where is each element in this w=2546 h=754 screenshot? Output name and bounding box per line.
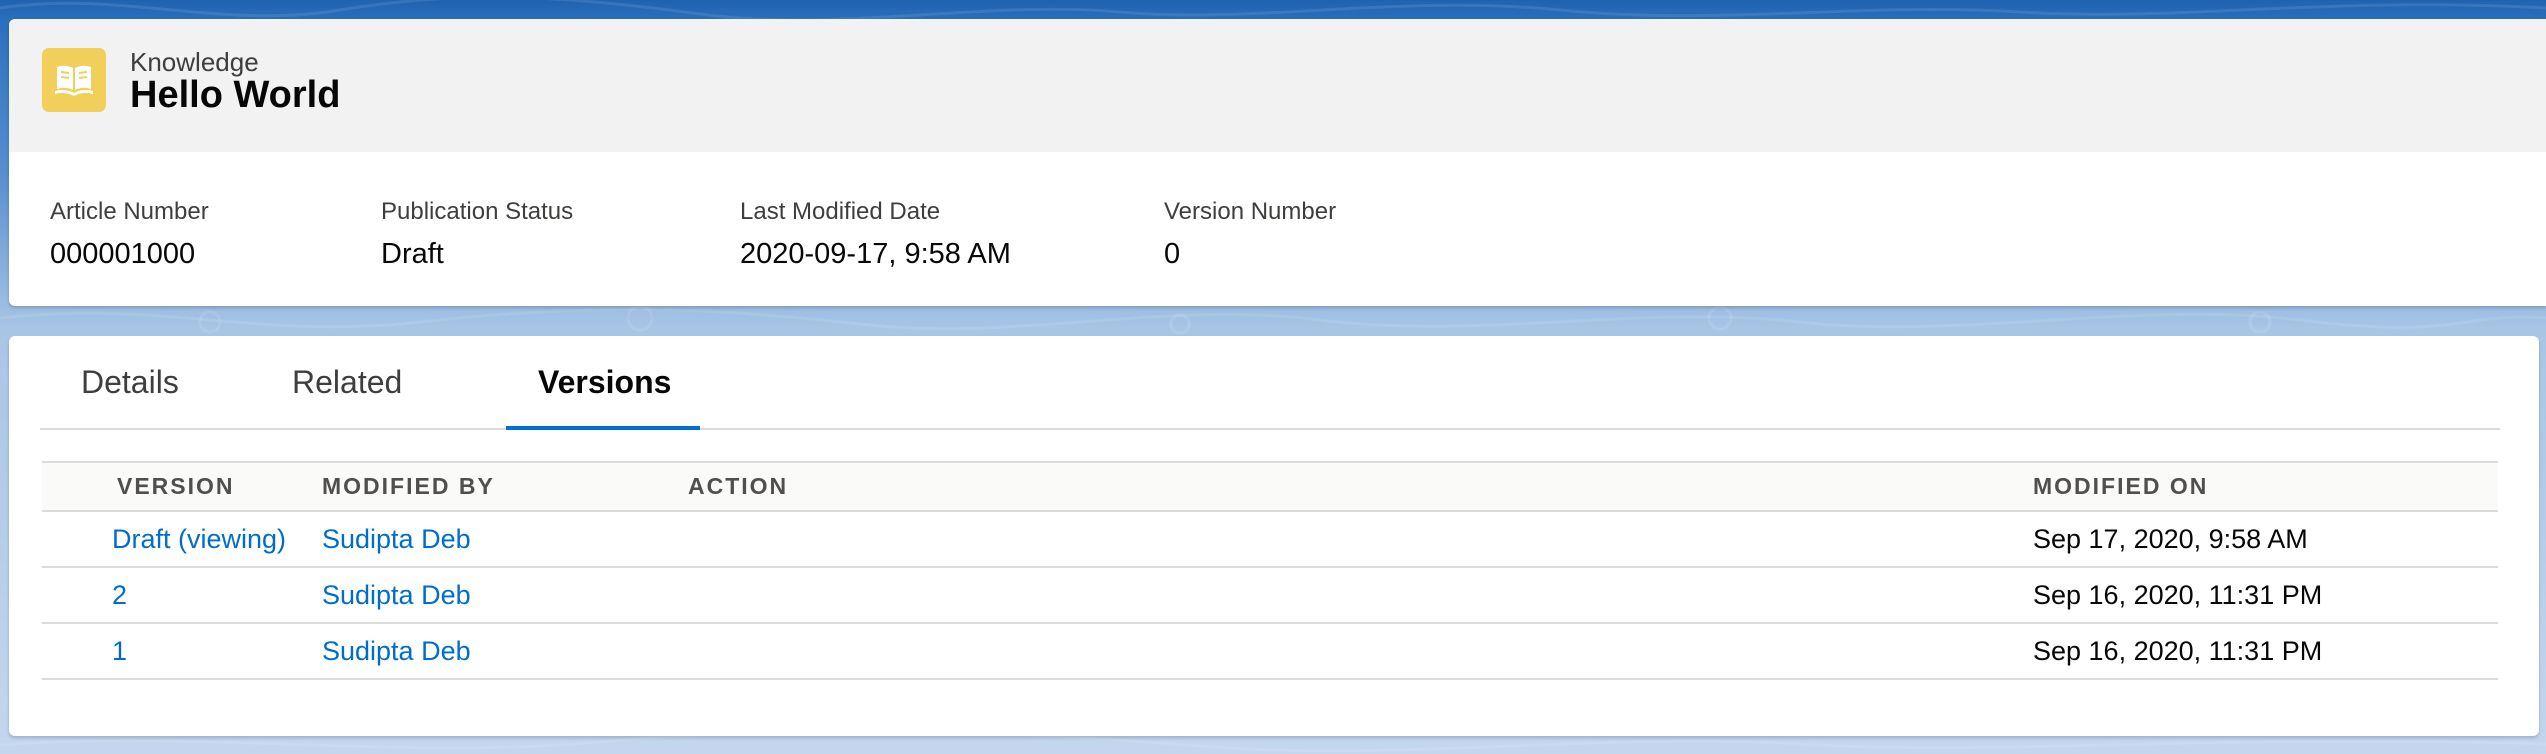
table-row: Draft (viewing) Sudipta Deb Sep 17, 2020…: [42, 512, 2498, 568]
tab-related[interactable]: Related: [292, 336, 402, 428]
version-link[interactable]: 2: [112, 568, 127, 622]
field-label: Last Modified Date: [740, 198, 941, 225]
modified-on-cell: Sep 16, 2020, 11:31 PM: [2033, 580, 2323, 610]
active-tab-indicator: [506, 426, 700, 430]
modified-by-link[interactable]: Sudipta Deb: [322, 568, 471, 622]
column-header-modified-by: MODIFIED BY: [322, 473, 495, 499]
column-header-version: VERSION: [117, 473, 235, 499]
versions-table: VERSION MODIFIED BY ACTION MODIFIED ON D…: [42, 461, 2498, 680]
field-value: 2020-09-17, 9:58 AM: [740, 238, 1011, 270]
tab-versions[interactable]: Versions: [538, 336, 671, 428]
knowledge-book-icon: [42, 48, 106, 112]
field-article-number: Article Number 000001000: [50, 196, 209, 274]
field-last-modified-date: Last Modified Date 2020-09-17, 9:58 AM: [740, 196, 1011, 274]
modified-by-link[interactable]: Sudipta Deb: [322, 624, 471, 678]
record-title: Hello World: [130, 74, 341, 116]
field-value: 000001000: [50, 238, 196, 270]
record-tabs-card: Details Related Versions VERSION MODIFIE…: [9, 336, 2539, 736]
table-header: VERSION MODIFIED BY ACTION MODIFIED ON: [42, 461, 2498, 512]
modified-on-cell: Sep 16, 2020, 11:31 PM: [2033, 636, 2323, 666]
modified-on-cell: Sep 17, 2020, 9:58 AM: [2033, 524, 2308, 554]
field-publication-status: Publication Status Draft: [381, 196, 573, 274]
table-row: 2 Sudipta Deb Sep 16, 2020, 11:31 PM: [42, 568, 2498, 624]
record-highlights-panel: Knowledge Hello World Article Number 000…: [9, 19, 2546, 306]
column-header-modified-on: MODIFIED ON: [2033, 473, 2209, 499]
field-value: Draft: [381, 238, 444, 270]
field-value: 0: [1164, 238, 1181, 270]
table-row: 1 Sudipta Deb Sep 16, 2020, 11:31 PM: [42, 624, 2498, 680]
version-link[interactable]: Draft (viewing): [112, 512, 286, 566]
tab-details[interactable]: Details: [81, 336, 179, 428]
field-label: Publication Status: [381, 198, 574, 225]
modified-by-link[interactable]: Sudipta Deb: [322, 512, 471, 566]
field-version-number: Version Number 0: [1164, 196, 1336, 274]
field-label: Article Number: [50, 198, 209, 225]
field-label: Version Number: [1164, 198, 1337, 225]
column-header-action: ACTION: [688, 473, 789, 499]
tab-bar: Details Related Versions: [40, 336, 2500, 430]
version-link[interactable]: 1: [112, 624, 127, 678]
page-header: Knowledge Hello World: [9, 19, 2546, 152]
